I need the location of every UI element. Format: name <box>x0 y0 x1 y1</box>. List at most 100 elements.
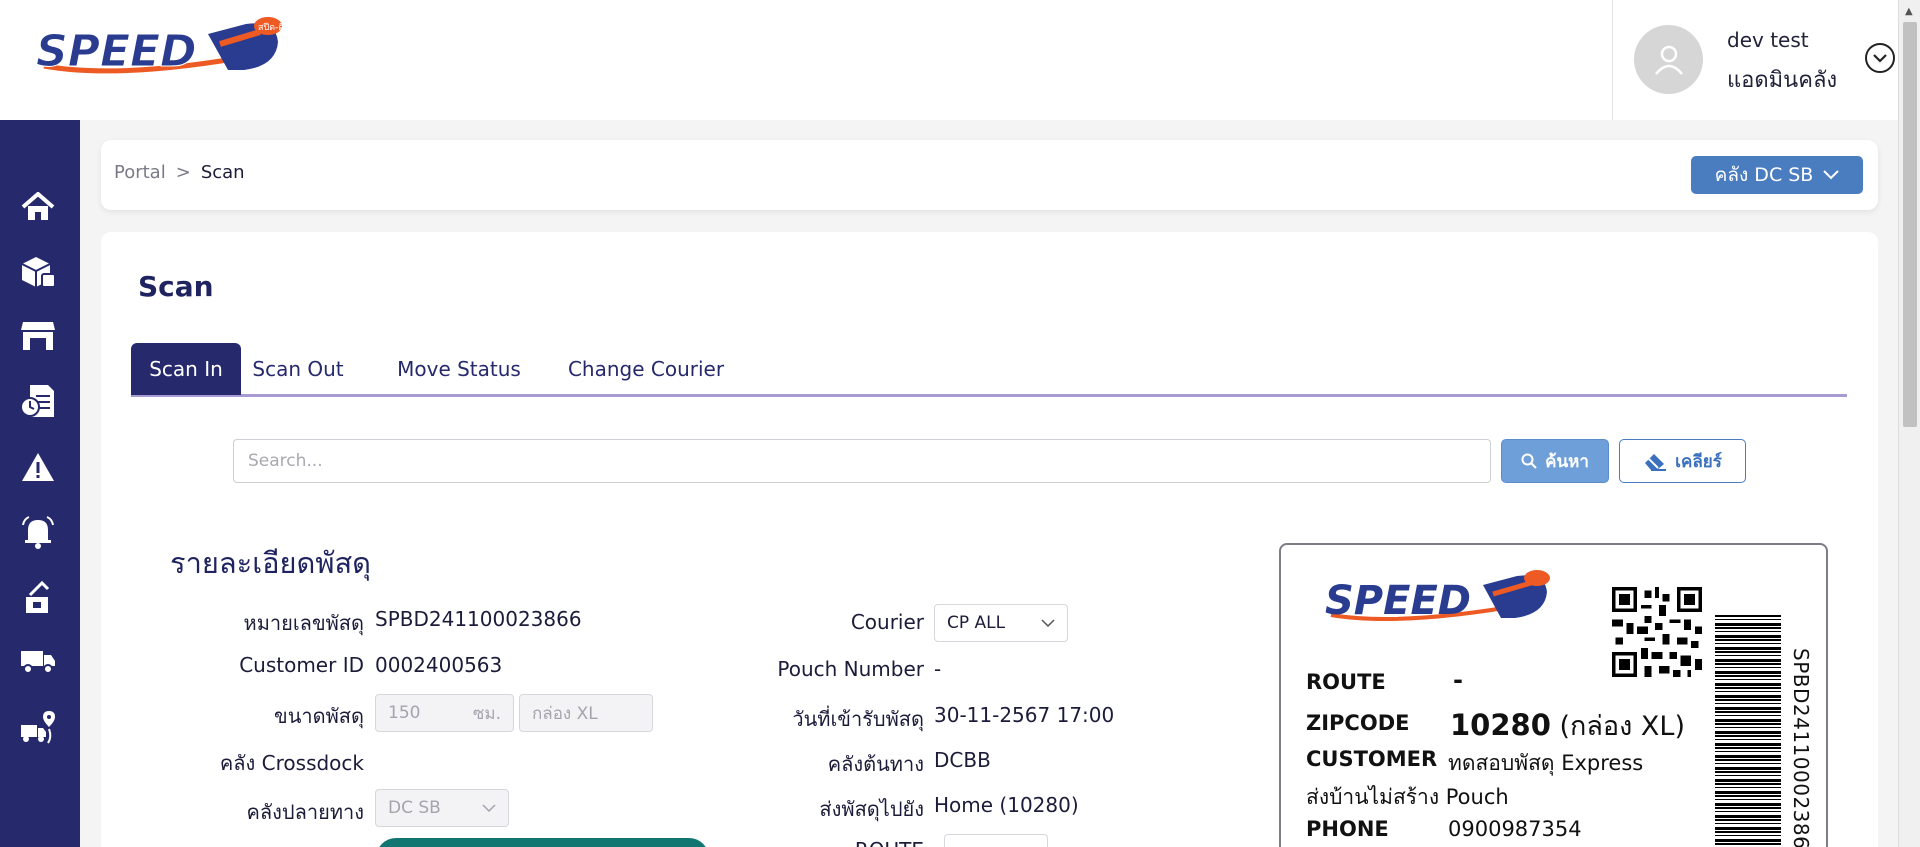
chevron-down-icon <box>1041 619 1055 627</box>
sidebar <box>0 120 80 847</box>
user-role: แอดมินคลัง <box>1727 68 1838 93</box>
destination-warehouse-label: คลังปลายทาง <box>246 800 364 824</box>
search-input[interactable] <box>233 439 1491 483</box>
truck-route-icon <box>21 711 55 744</box>
chevron-down-icon <box>1873 54 1887 63</box>
user-dropdown-toggle[interactable] <box>1865 43 1895 73</box>
received-date-label: วันที่เข้ารับพัสดุ <box>792 707 924 731</box>
sidebar-item-store[interactable] <box>17 315 59 357</box>
vertical-scrollbar[interactable]: ▲ <box>1898 0 1920 847</box>
label-service-text: ส่งบ้านไม่สร้าง Pouch <box>1306 785 1509 809</box>
courier-label: Courier <box>850 610 924 634</box>
destination-warehouse-select: DC SB <box>375 789 509 827</box>
svg-text:SPEED: SPEED <box>1325 578 1471 624</box>
svg-text:SPEED: SPEED <box>36 26 197 77</box>
tab-move-status[interactable]: Move Status <box>384 343 534 395</box>
destination-warehouse-value: DC SB <box>388 798 441 818</box>
pouch-number-value: - <box>934 657 942 681</box>
label-customer-value: ทดสอบพัสดุ Express <box>1448 751 1644 775</box>
report-icon <box>20 385 54 417</box>
sidebar-item-reports[interactable] <box>17 380 59 422</box>
sidebar-item-delivery[interactable] <box>17 640 59 682</box>
sidebar-item-routes[interactable] <box>17 706 59 748</box>
courier-select[interactable]: CP ALL <box>934 604 1068 642</box>
label-phone-value: 0900987354 <box>1448 817 1582 841</box>
box-type-field: กล่อง XL <box>519 694 653 732</box>
parcel-size-value: 150 <box>388 703 421 723</box>
user-icon <box>1654 45 1683 75</box>
chevron-down-icon <box>482 804 496 812</box>
label-route-key: ROUTE <box>1306 670 1386 694</box>
scan-tabs: Scan In Scan Out Move Status Change Cour… <box>131 343 1847 397</box>
label-route-value: - <box>1453 666 1463 694</box>
route-label: ROUTE <box>855 838 924 847</box>
sidebar-item-loading[interactable] <box>17 576 59 618</box>
clear-button-label: เคลียร์ <box>1675 451 1722 472</box>
sidebar-item-home[interactable] <box>17 186 59 228</box>
alert-icon <box>22 453 54 481</box>
ship-to-value: Home (10280) <box>934 793 1079 817</box>
crossdock-warehouse-label: คลัง Crossdock <box>219 751 364 775</box>
tracking-number-label: หมายเลขพัสดุ <box>243 611 364 635</box>
breadcrumb: Portal > Scan <box>114 162 245 183</box>
delivery-truck-icon <box>21 651 55 674</box>
pouch-number-label: Pouch Number <box>777 657 924 681</box>
breadcrumb-portal-link[interactable]: Portal <box>114 162 166 183</box>
sidebar-item-notifications[interactable] <box>17 511 59 553</box>
label-zipcode-key: ZIPCODE <box>1306 711 1410 735</box>
customer-id-label: Customer ID <box>239 653 364 677</box>
qr-code <box>1612 587 1702 677</box>
clear-button[interactable]: เคลียร์ <box>1619 439 1746 483</box>
scrollbar-thumb[interactable] <box>1903 22 1917 427</box>
notification-bell-icon <box>22 516 54 549</box>
parcel-size-field: 150 ซม. <box>375 694 514 732</box>
search-button-label: ค้นหา <box>1545 451 1589 472</box>
sidebar-item-alerts[interactable] <box>17 446 59 488</box>
top-header: SPEED สปีด-ดี dev test แอดมินคลัง <box>0 0 1898 120</box>
page-title: Scan <box>138 270 214 303</box>
speed-d-logo[interactable]: SPEED สปีด-ดี <box>32 14 292 80</box>
parcel-size-label: ขนาดพัสดุ <box>274 704 364 728</box>
label-zipcode-value: 10280 <box>1450 708 1551 742</box>
customer-id-value: 0002400563 <box>375 653 503 677</box>
warehouse-select-button[interactable]: คลัง DC SB <box>1691 156 1863 194</box>
avatar[interactable] <box>1634 25 1703 94</box>
sidebar-item-parcels[interactable] <box>17 250 59 292</box>
ship-to-label: ส่งพัสดุไปยัง <box>819 797 924 821</box>
chevron-down-icon <box>1823 170 1840 180</box>
label-zipcode-box: (กล่อง XL) <box>1559 711 1685 742</box>
label-phone-key: PHONE <box>1306 817 1389 841</box>
breadcrumb-current: Scan <box>200 162 245 183</box>
action-button[interactable] <box>376 838 709 847</box>
search-icon <box>1521 453 1537 469</box>
parcel-box-icon <box>21 257 56 288</box>
courier-value: CP ALL <box>947 613 1006 633</box>
parcel-size-unit: ซม. <box>472 703 501 724</box>
barcode <box>1715 615 1781 847</box>
tab-scan-out[interactable]: Scan Out <box>249 343 347 395</box>
loading-icon <box>26 580 50 613</box>
tab-scan-in[interactable]: Scan In <box>131 343 241 395</box>
barcode-text: SPBD241100023866 <box>1789 648 1813 847</box>
store-icon <box>21 322 55 350</box>
received-date-value: 30-11-2567 17:00 <box>934 703 1115 727</box>
user-name: dev test <box>1727 28 1809 52</box>
scroll-up-arrow[interactable]: ▲ <box>1905 6 1913 17</box>
tab-change-courier[interactable]: Change Courier <box>551 343 741 395</box>
breadcrumb-card <box>101 140 1878 210</box>
origin-warehouse-label: คลังต้นทาง <box>827 752 924 776</box>
route-select[interactable] <box>944 834 1048 847</box>
warehouse-select-label: คลัง DC SB <box>1714 164 1814 186</box>
origin-warehouse-value: DCBB <box>934 748 991 772</box>
user-menu[interactable]: dev test แอดมินคลัง <box>1612 0 1898 120</box>
label-customer-key: CUSTOMER <box>1306 747 1438 771</box>
parcel-details-title: รายละเอียดพัสดุ <box>170 546 372 580</box>
search-button[interactable]: ค้นหา <box>1501 439 1609 483</box>
svg-text:สปีด-ดี: สปีด-ดี <box>258 22 284 33</box>
speed-d-logo: SPEED <box>1325 570 1550 624</box>
tracking-number-value: SPBD241100023866 <box>375 607 582 631</box>
label-zipcode: 10280 (กล่อง XL) <box>1450 704 1685 747</box>
home-icon <box>21 192 55 220</box>
eraser-icon <box>1645 454 1667 471</box>
breadcrumb-separator: > <box>175 162 191 183</box>
